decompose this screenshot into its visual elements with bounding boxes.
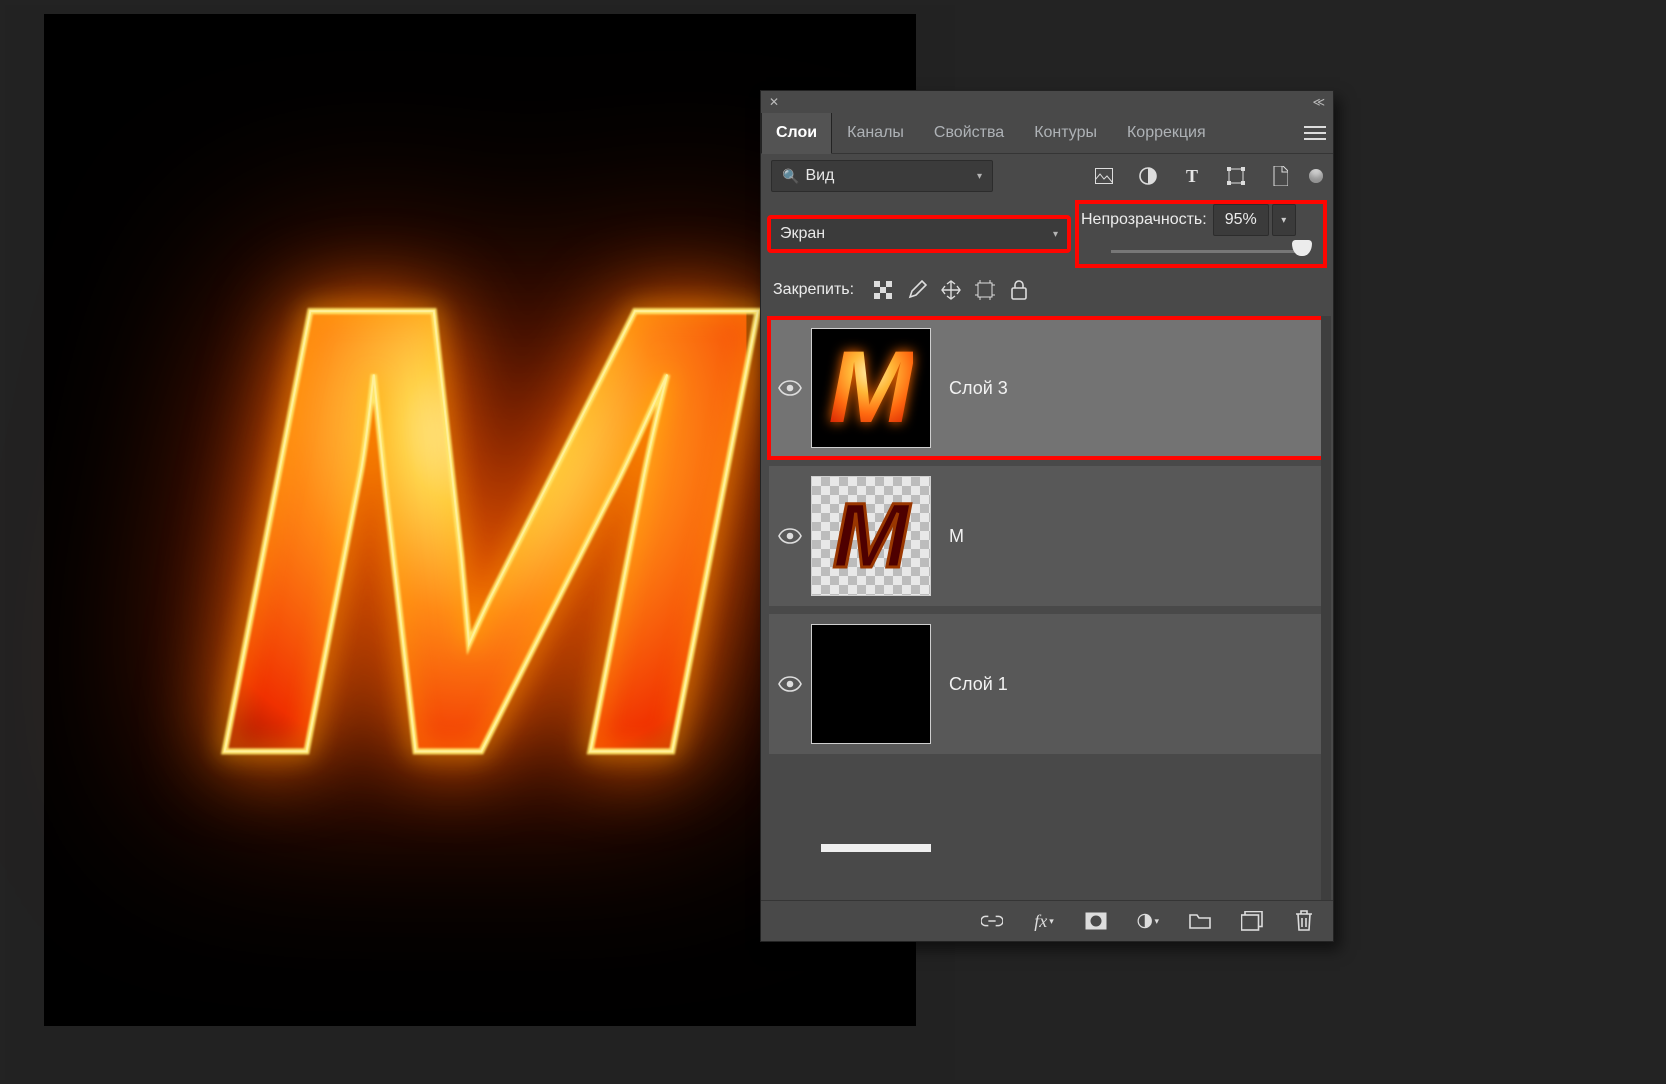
filter-smart-icon[interactable] (1269, 165, 1291, 187)
filter-type-icon[interactable]: T (1181, 165, 1203, 187)
layer-thumbnail[interactable]: M (811, 328, 931, 448)
search-icon: 🔍 (782, 168, 799, 185)
filter-row: 🔍 Вид ▾ T (761, 154, 1333, 198)
opacity-dropdown-icon[interactable]: ▾ (1272, 204, 1296, 236)
layer-kind-select[interactable]: 🔍 Вид ▾ (771, 160, 993, 192)
layer-name[interactable]: M (949, 526, 964, 547)
visibility-toggle[interactable] (769, 528, 811, 544)
filter-shape-icon[interactable] (1225, 165, 1247, 187)
new-layer-icon[interactable] (1241, 910, 1263, 932)
layers-panel: ✕ ≪ Слои Каналы Свойства Контуры Коррекц… (760, 90, 1334, 942)
filter-pixel-icon[interactable] (1093, 165, 1115, 187)
layer-kind-label: Вид (805, 167, 834, 185)
tab-channels[interactable]: Каналы (832, 112, 919, 154)
layer-thumbnail[interactable] (811, 624, 931, 744)
folder-strip (821, 844, 931, 852)
tab-layers[interactable]: Слои (761, 113, 832, 154)
layers-list: M Слой 3 M M Слой 1 (761, 316, 1333, 900)
delete-layer-icon[interactable] (1293, 910, 1315, 932)
scrollbar[interactable] (1321, 316, 1331, 900)
link-layers-icon[interactable] (981, 910, 1003, 932)
tab-paths[interactable]: Контуры (1019, 112, 1112, 154)
opacity-slider[interactable] (1111, 236, 1311, 264)
blend-mode-value: Экран (780, 225, 825, 243)
group-icon[interactable] (1189, 910, 1211, 932)
layer-thumbnail[interactable]: M (811, 476, 931, 596)
panel-titlebar: ✕ ≪ (761, 91, 1333, 113)
filter-adjust-icon[interactable] (1137, 165, 1159, 187)
artwork-letter: M (213, 280, 746, 779)
panel-tabs: Слои Каналы Свойства Контуры Коррекция (761, 113, 1333, 154)
chevron-down-icon: ▾ (977, 171, 982, 182)
chevron-down-icon: ▾ (1053, 229, 1058, 240)
opacity-value[interactable]: 95% (1213, 204, 1269, 236)
lock-paint-icon[interactable] (906, 279, 928, 301)
lock-row: Закрепить: (761, 268, 1333, 316)
collapse-icon[interactable]: ≪ (1312, 95, 1325, 109)
lock-label: Закрепить: (773, 281, 854, 299)
layer-style-icon[interactable]: fx▾ (1033, 910, 1055, 932)
tab-properties[interactable]: Свойства (919, 112, 1019, 154)
layer-name[interactable]: Слой 3 (949, 378, 1008, 399)
layer-row[interactable]: Слой 1 (769, 614, 1325, 754)
panel-footer: fx▾ ▾ (761, 900, 1333, 941)
visibility-toggle[interactable] (769, 380, 811, 396)
blend-opacity-row: Экран ▾ Непрозрачность: 95% ▾ (761, 198, 1333, 268)
panel-menu-icon[interactable] (1297, 126, 1333, 140)
layer-mask-icon[interactable] (1085, 910, 1107, 932)
adjustment-layer-icon[interactable]: ▾ (1137, 910, 1159, 932)
lock-position-icon[interactable] (940, 279, 962, 301)
lock-transparency-icon[interactable] (872, 279, 894, 301)
visibility-toggle[interactable] (769, 676, 811, 692)
layer-row[interactable]: M M (769, 466, 1325, 606)
opacity-block: Непрозрачность: 95% ▾ (1077, 202, 1325, 266)
blend-mode-select[interactable]: Экран ▾ (769, 217, 1069, 251)
opacity-label: Непрозрачность: (1081, 211, 1207, 229)
slider-thumb[interactable] (1292, 240, 1312, 256)
lock-artboard-icon[interactable] (974, 279, 996, 301)
layer-name[interactable]: Слой 1 (949, 674, 1008, 695)
filter-toggle[interactable] (1309, 169, 1323, 183)
layer-row-selected[interactable]: M Слой 3 (769, 318, 1325, 458)
close-icon[interactable]: ✕ (769, 95, 779, 109)
tab-adjustments[interactable]: Коррекция (1112, 112, 1221, 154)
lock-all-icon[interactable] (1008, 279, 1030, 301)
